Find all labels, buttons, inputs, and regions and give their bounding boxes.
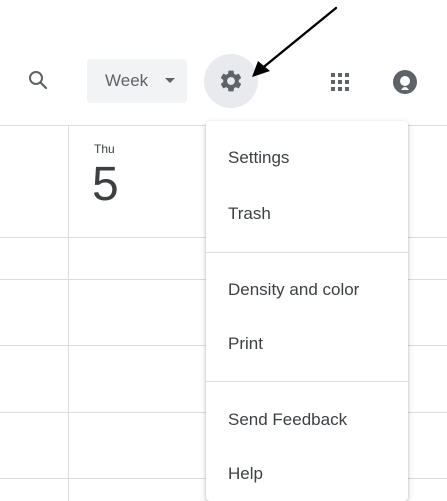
menu-item-settings[interactable]: Settings [206,138,408,178]
day-number[interactable]: 5 [92,160,162,210]
view-select[interactable]: Week [87,59,187,103]
chevron-down-icon [165,78,175,83]
menu-divider [206,381,408,382]
menu-item-label: Help [228,464,263,483]
settings-menu: Settings Trash Density and color Print S… [206,121,408,501]
menu-divider [206,252,408,253]
annotation-arrow-icon [252,6,338,77]
time-gutter-divider [68,126,69,501]
top-bar: Week [0,0,447,125]
view-select-label: Week [105,71,149,90]
menu-item-label: Density and color [228,280,360,299]
menu-item-print[interactable]: Print [206,324,408,364]
menu-item-density-and-color[interactable]: Density and color [206,270,408,310]
menu-item-help[interactable]: Help [206,454,408,494]
menu-item-send-feedback[interactable]: Send Feedback [206,400,408,440]
day-name: Thu [94,142,115,156]
menu-item-trash[interactable]: Trash [206,194,408,234]
day-header[interactable]: Thu 5 [92,142,162,210]
account-button[interactable] [385,62,425,102]
search-icon [29,71,48,90]
search-button[interactable] [20,62,56,98]
menu-item-label: Settings [228,148,290,167]
menu-item-label: Print [228,334,263,353]
menu-item-label: Trash [228,204,271,223]
menu-item-label: Send Feedback [228,410,348,429]
account-avatar-icon [393,70,417,94]
